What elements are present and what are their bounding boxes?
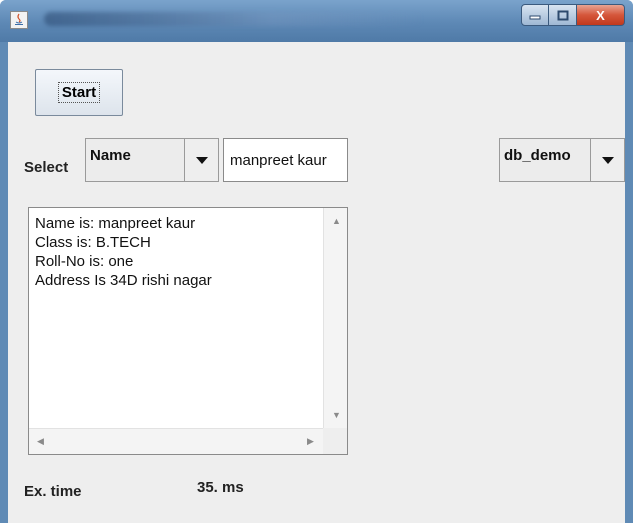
scroll-right-icon[interactable]: ▶ — [307, 436, 314, 447]
result-line-class: Class is: B.TECH — [35, 234, 151, 251]
title-bar[interactable]: X — [0, 0, 633, 42]
result-text: Name is: manpreet kaur Class is: B.TECH … — [35, 214, 315, 290]
minimize-button[interactable] — [521, 4, 549, 26]
vertical-scrollbar[interactable]: ▲ ▼ — [323, 208, 347, 428]
close-button[interactable]: X — [577, 4, 625, 26]
exec-time-label: Ex. time — [24, 483, 82, 500]
window-title-redacted — [44, 12, 424, 26]
scroll-up-icon[interactable]: ▲ — [332, 216, 341, 226]
select-label: Select — [24, 159, 69, 176]
minimize-icon — [529, 15, 541, 20]
close-icon: X — [596, 7, 605, 23]
field-select-arrow[interactable] — [184, 139, 218, 181]
search-value-field[interactable]: manpreet kaur — [223, 138, 348, 182]
exec-time-value: 35. ms — [197, 479, 244, 496]
result-line-name: Name is: manpreet kaur — [35, 215, 196, 232]
field-select-dropdown[interactable]: Name — [85, 138, 219, 182]
scroll-left-icon[interactable]: ◀ — [37, 436, 44, 447]
scroll-down-icon[interactable]: ▼ — [332, 410, 341, 420]
maximize-button[interactable] — [549, 4, 577, 26]
database-select-dropdown[interactable]: db_demo — [499, 138, 625, 182]
result-line-address: Address Is 34D rishi nagar — [35, 272, 212, 289]
database-select-arrow[interactable] — [590, 139, 624, 181]
chevron-down-icon — [195, 156, 208, 164]
result-text-area[interactable]: Name is: manpreet kaur Class is: B.TECH … — [28, 207, 348, 455]
maximize-icon — [557, 10, 568, 20]
start-button-label: Start — [57, 82, 101, 103]
horizontal-scrollbar[interactable]: ◀ ▶ — [29, 428, 323, 454]
start-button[interactable]: Start — [35, 69, 123, 116]
database-select-value: db_demo — [504, 147, 571, 164]
java-app-icon[interactable] — [10, 11, 28, 29]
chevron-down-icon — [601, 156, 614, 164]
result-line-rollno: Roll-No is: one — [35, 253, 134, 270]
field-select-value: Name — [90, 147, 131, 164]
scrollbar-corner — [323, 428, 347, 454]
window-controls: X — [521, 4, 625, 26]
